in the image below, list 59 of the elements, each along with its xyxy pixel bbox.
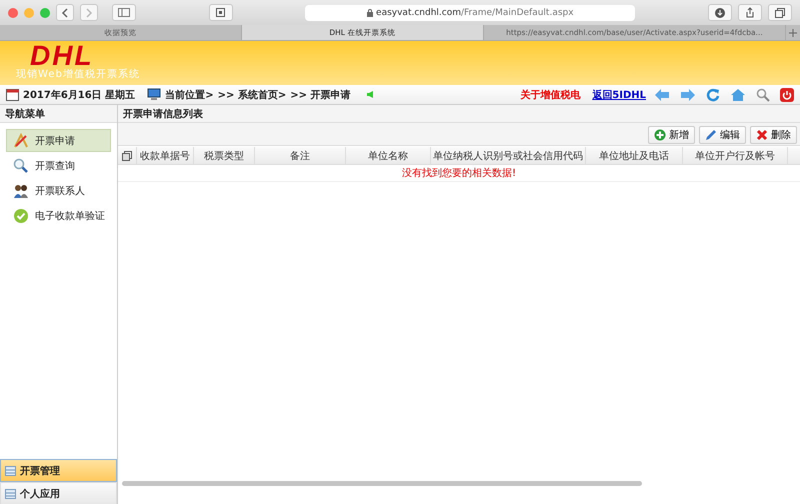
breadcrumb-item: 当前位置> xyxy=(165,88,214,102)
search-icon[interactable] xyxy=(756,88,770,102)
home-icon[interactable] xyxy=(730,88,746,102)
menu-section-header[interactable]: 个人应用 xyxy=(0,482,117,504)
return-link[interactable]: 返回5IDHL xyxy=(592,88,646,102)
column-header: 备注 xyxy=(255,147,346,164)
reader-icon[interactable] xyxy=(208,4,233,21)
edit-button[interactable]: 编辑 xyxy=(699,126,746,144)
speaker-icon xyxy=(367,91,374,98)
pencil-ruler-icon xyxy=(13,132,29,148)
close-icon[interactable] xyxy=(8,8,18,18)
logo-text: DHL xyxy=(30,43,94,69)
add-button[interactable]: 新增 xyxy=(648,126,695,144)
cross-icon xyxy=(756,129,768,141)
column-header: 税票类型 xyxy=(194,147,255,164)
empty-message: 没有找到您要的相关数据! xyxy=(118,165,800,182)
nav-menu-item[interactable]: 开票申请 xyxy=(6,129,111,152)
download-icon[interactable] xyxy=(708,4,732,21)
current-date: 2017年6月16日 星期五 xyxy=(23,88,136,102)
forward-icon[interactable] xyxy=(80,4,98,21)
forward-arrow-icon[interactable] xyxy=(680,88,696,102)
column-header: 单位名称 xyxy=(346,147,431,164)
new-tab-icon[interactable] xyxy=(789,28,797,36)
share-icon[interactable] xyxy=(738,4,762,21)
back-icon[interactable] xyxy=(56,4,74,21)
column-header: 单位开户行及帐号 xyxy=(683,147,788,164)
scrollbar-thumb[interactable] xyxy=(122,480,642,486)
tabs-icon[interactable] xyxy=(768,4,792,21)
column-header: 单位纳税人识别号或社会信用代码 xyxy=(431,147,586,164)
nav-menu-item[interactable]: 开票联系人 xyxy=(6,179,111,202)
list-icon xyxy=(5,488,16,498)
calendar-icon xyxy=(6,88,19,101)
computer-icon xyxy=(147,88,162,101)
column-header: 收款单据号 xyxy=(137,147,194,164)
nav-menu-title: 导航菜单 xyxy=(0,105,117,123)
breadcrumb-item: >> 开票申请 xyxy=(290,88,350,102)
column-header: 单位地址及电话 xyxy=(586,147,683,164)
select-all-icon[interactable] xyxy=(122,150,132,160)
about-vat-link[interactable]: 关于增值税电 xyxy=(520,88,580,102)
delete-button[interactable]: 删除 xyxy=(750,126,797,144)
breadcrumb-item: >> 系统首页> xyxy=(218,88,286,102)
plus-icon xyxy=(654,129,666,141)
panel-title: 开票申请信息列表 xyxy=(118,105,800,123)
zoom-icon[interactable] xyxy=(40,8,50,18)
pencil-icon xyxy=(705,129,717,141)
nav-menu-item[interactable]: 电子收款单验证 xyxy=(6,204,111,227)
back-arrow-icon[interactable] xyxy=(654,88,670,102)
list-icon xyxy=(5,466,16,476)
magnifier-icon xyxy=(13,158,29,174)
system-subtitle: 现销Web增值税开票系统 xyxy=(16,69,141,81)
address-bar[interactable]: easyvat.cndhl.com/Frame/MainDefault.aspx xyxy=(305,4,636,20)
nav-menu-item[interactable]: 开票查询 xyxy=(6,154,111,177)
lock-icon xyxy=(367,8,374,16)
sidebar-icon[interactable] xyxy=(112,4,136,21)
check-circle-icon xyxy=(13,208,29,224)
menu-section-header[interactable]: 开票管理 xyxy=(0,459,117,482)
refresh-icon[interactable] xyxy=(706,88,720,102)
people-icon xyxy=(13,182,29,198)
power-icon[interactable] xyxy=(780,88,794,102)
